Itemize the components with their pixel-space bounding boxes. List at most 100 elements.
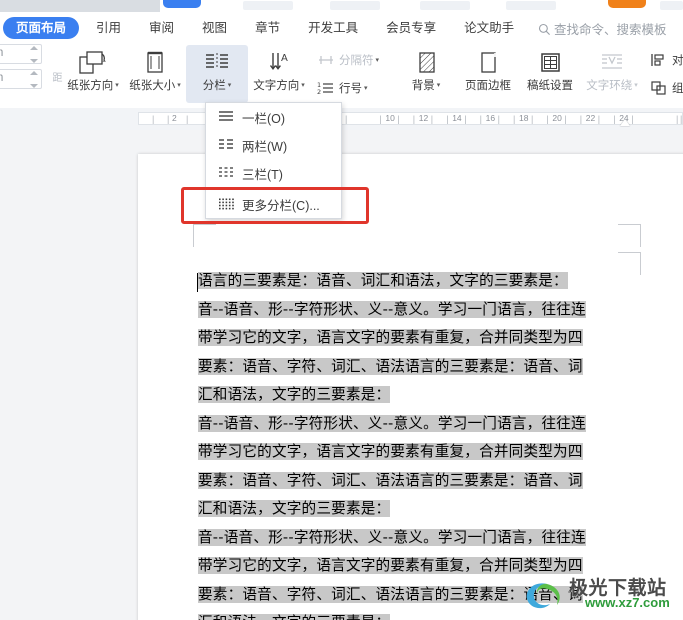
line-number-button[interactable]: 1 2 行号 ▾ — [315, 76, 391, 100]
page-border-button[interactable]: 页面边框 — [457, 45, 519, 103]
svg-text:A: A — [281, 53, 288, 64]
ruler-pipe-2: | — [446, 114, 449, 124]
text-wrap-button[interactable]: 文字环绕 ▾ — [581, 45, 643, 103]
ribbon-tab-3[interactable]: 视图 — [191, 17, 238, 39]
command-search[interactable]: 查找命令、搜索模板 — [538, 19, 667, 38]
document-line-text: 带学习它的文字，语言文字的要素有重复，合并同类型为四 — [198, 443, 583, 460]
ruler-pipe-left-0: | — [152, 114, 155, 124]
ruler-pipe-1: | — [412, 114, 416, 124]
grid-setting-icon — [535, 48, 565, 78]
line-number-icon: 1 2 — [315, 80, 337, 96]
ruler-tick-r-0: 10 — [385, 113, 395, 123]
margin-top-spinner[interactable]: cm — [0, 44, 42, 64]
paper-orientation-label-wrap: 纸张方向 ▾ — [67, 79, 119, 95]
line-number-label: 行号 — [339, 83, 362, 95]
margin-bottom-spinner[interactable]: cm — [0, 69, 42, 89]
svg-text:2: 2 — [317, 88, 321, 96]
ruler-pipe-left-1: | — [186, 114, 189, 124]
text-wrap-label: 文字环绕 — [586, 80, 633, 92]
dropdown-item-label: 两栏(W) — [242, 139, 288, 154]
chevron-down-icon: ▾ — [177, 82, 181, 89]
document-line: 要素：语音、字符、词汇、语法语言的三要素是：语音、词 — [198, 581, 630, 610]
ruler-tick-r-2: 14 — [452, 113, 462, 123]
document-text-body[interactable]: 语言的三要素是：语音、词汇和语法，文字的三要素是： 音--语音、形--字符形状、义… — [198, 267, 630, 620]
top-grey-bar — [0, 0, 160, 12]
ruler-pipe-left-a: | — [167, 114, 170, 124]
ruler-indent-marker[interactable] — [620, 119, 630, 126]
dropdown-item-label: 三栏(T) — [242, 167, 283, 182]
ribbon-tab-0[interactable]: 页面布局 — [3, 17, 80, 39]
separator-label: 分隔符 — [339, 55, 374, 67]
align-button[interactable]: 对 — [648, 48, 683, 72]
ruler-pipe-r-5: | — [564, 114, 567, 124]
top-blue-tab-partial[interactable] — [163, 0, 201, 8]
dropdown-item-two-columns[interactable]: 两栏(W) — [206, 131, 341, 159]
document-line-text: 音--语音、形--字符形状、义--意义。学习一门语言，往往连 — [198, 414, 586, 432]
dropdown-item-label: 一栏(O) — [242, 111, 286, 126]
dropdown-item-one-column[interactable]: 一栏(O) — [206, 103, 341, 131]
chevron-down-icon: ▾ — [375, 57, 380, 64]
document-line-text: 汇和语法，文字的三要素是： — [198, 500, 391, 517]
annotation-highlight-box — [181, 187, 369, 224]
ribbon-tab-list: 页面布局 引用 审阅 视图 章节 开发工具 会员专享 论文助手 — [0, 14, 528, 42]
ribbon-tab-1[interactable]: 引用 — [85, 17, 132, 39]
document-line-text: 带学习它的文字，语言文字的要素有重复，合并同类型为四 — [198, 557, 583, 574]
ruler-tick-r-4: 18 — [519, 113, 529, 123]
ruler-tick-r-1: 12 — [418, 113, 429, 123]
ruler-tick-r-3: 16 — [485, 113, 496, 123]
text-direction-button[interactable]: A 文字方向 ▾ — [248, 45, 310, 103]
two-columns-icon — [214, 138, 238, 152]
page-border-icon — [473, 48, 503, 78]
chevron-down-icon: ▾ — [115, 82, 119, 89]
separator-button[interactable]: 分隔符 ▾ — [315, 48, 391, 72]
ruler-pipe-8: | — [680, 114, 683, 124]
columns-label: 分栏 — [202, 80, 226, 92]
align-icon — [648, 52, 670, 68]
margin-corner-top-right — [618, 224, 641, 247]
ribbon-tab-6[interactable]: 会员专享 — [375, 17, 447, 39]
ribbon-tab-4[interactable]: 章节 — [244, 17, 291, 39]
ribbon-tab-5[interactable]: 开发工具 — [297, 17, 369, 39]
ribbon-group-arrange: 对 组 — [648, 48, 683, 104]
paper-orientation-button[interactable]: 纸张方向 ▾ — [62, 45, 124, 103]
group-button[interactable]: 组 — [648, 76, 683, 100]
columns-button[interactable]: 分栏 ▾ — [186, 45, 248, 103]
background-label-wrap: 背景 ▾ — [412, 79, 441, 95]
document-line-text: 要素：语音、字符、词汇、语法语言的三要素是：语音、词 — [198, 471, 583, 489]
document-line: 音--语音、形--字符形状、义--意义。学习一门语言，往往连 — [198, 524, 630, 553]
ribbon-tab-7[interactable]: 论文助手 — [453, 17, 525, 39]
top-ghost-tab-2 — [330, 1, 380, 10]
top-partial-tab-strip — [0, 0, 683, 14]
ruler-pipe-edge-1: | — [676, 114, 679, 124]
text-direction-label-wrap: 文字方向 ▾ — [253, 79, 305, 95]
margin-bottom-stepper[interactable] — [28, 71, 39, 88]
document-line: 带学习它的文字，语言文字的要素有重复，合并同类型为四 — [198, 324, 630, 353]
background-button[interactable]: 背景 ▾ — [395, 45, 457, 103]
paper-size-button[interactable]: 纸张大小 ▾ — [124, 45, 186, 103]
grid-setting-button[interactable]: 稿纸设置 — [519, 45, 581, 103]
page-border-label: 页面边框 — [465, 80, 511, 92]
margin-bottom-value: cm — [0, 72, 3, 84]
document-line: 汇和语法，文字的三要素是： — [198, 495, 630, 524]
ruler-pipe-r-6: | — [597, 114, 601, 124]
ruler-pipe-r-3: | — [497, 114, 500, 124]
dropdown-item-three-columns[interactable]: 三栏(T) — [206, 159, 341, 187]
document-line-text: 语言的三要素是：语音、词汇和语法，文字的三要素是： — [198, 272, 568, 289]
ribbon-group-page-setup: 纸张方向 ▾ 纸张大小 ▾ 分栏 ▾ A 文字方向 ▾ — [62, 42, 310, 108]
top-ghost-tab-1 — [243, 1, 293, 10]
margin-spinner-group: cm cm — [0, 44, 46, 94]
margin-top-stepper[interactable] — [28, 46, 39, 63]
paper-size-label-wrap: 纸张大小 ▾ — [129, 79, 181, 95]
line-number-label-wrap: 行号 ▾ — [339, 80, 368, 96]
document-line: 带学习它的文字，语言文字的要素有重复，合并同类型为四 — [198, 552, 630, 581]
ribbon-toolbar: cm cm 距 纸张方向▾ — [0, 42, 683, 109]
separator-icon — [315, 52, 337, 68]
ruler-tick-r-5: 20 — [552, 113, 562, 123]
ruler-pipe-r-4: | — [531, 114, 534, 124]
top-ghost-tab-5 — [660, 1, 683, 10]
paper-orientation-label: 纸张方向 — [67, 80, 114, 92]
chevron-down-icon: ▾ — [227, 82, 232, 89]
top-orange-tab-partial[interactable] — [608, 0, 646, 8]
ribbon-tab-2[interactable]: 审阅 — [138, 17, 185, 39]
document-line-text: 音--语音、形--字符形状、义--意义。学习一门语言，往往连 — [198, 300, 586, 318]
